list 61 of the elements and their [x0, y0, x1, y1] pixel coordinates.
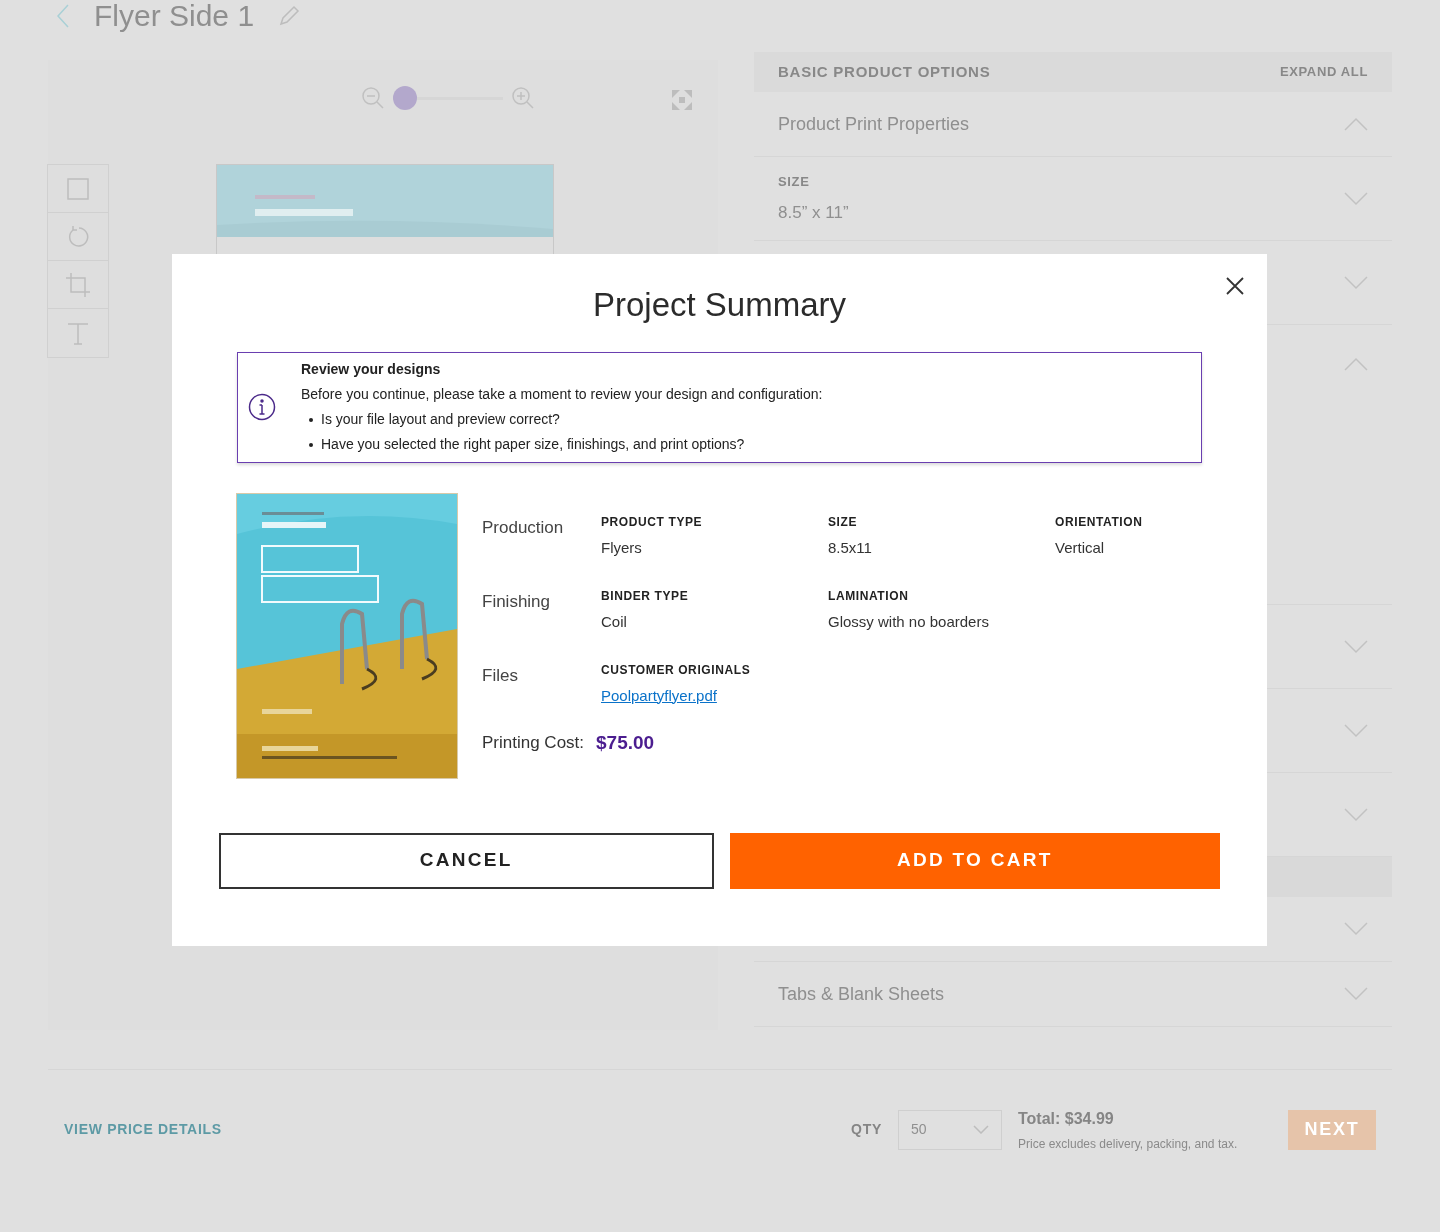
- crop-icon[interactable]: [65, 271, 91, 298]
- close-icon[interactable]: [1225, 276, 1245, 296]
- chevron-up-icon: [1344, 117, 1368, 131]
- text-tool-icon[interactable]: [65, 320, 91, 346]
- options-title: BASIC PRODUCT OPTIONS: [778, 61, 991, 82]
- qty-label: QTY: [851, 1120, 882, 1139]
- chevron-down-icon: [1344, 807, 1368, 822]
- zoom-in-icon[interactable]: [511, 86, 535, 110]
- qty-select[interactable]: 50: [898, 1109, 1002, 1150]
- chevron-down-icon: [1344, 639, 1368, 654]
- chevron-down-icon: [1344, 987, 1368, 1001]
- spec-value: 8.5x11: [828, 537, 873, 558]
- zoom-slider[interactable]: [393, 86, 503, 110]
- spec-label: SIZE: [828, 513, 859, 531]
- pencil-icon[interactable]: [278, 5, 301, 27]
- notice-bullet: Is your file layout and preview correct?: [321, 410, 560, 429]
- info-icon: [248, 393, 276, 421]
- total-price: Total: $34.99: [1018, 1108, 1115, 1129]
- dialog-title: Project Summary: [592, 285, 847, 325]
- price-note: Price excludes delivery, packing, and tax.: [1018, 1135, 1239, 1153]
- spec-label: LAMINATION: [828, 587, 910, 605]
- file-link[interactable]: Poolpartyflyer.pdf: [601, 684, 828, 707]
- cost-value: $75.00: [596, 730, 655, 755]
- chevron-down-icon: [1344, 275, 1368, 290]
- select-frame-icon[interactable]: [65, 175, 91, 202]
- spec-value: Vertical: [1055, 537, 1106, 558]
- bullet-icon: [309, 442, 313, 447]
- expand-all-link[interactable]: EXPAND ALL: [1279, 62, 1368, 82]
- field-label: SIZE: [778, 173, 811, 191]
- add-to-cart-button[interactable]: ADD TO CART: [729, 832, 1220, 889]
- back-chevron-icon[interactable]: [56, 4, 70, 28]
- chevron-up-icon: [1344, 357, 1368, 371]
- spec-label: PRODUCT TYPE: [601, 513, 704, 531]
- cost-label: Printing Cost:: [482, 732, 585, 754]
- group-label: Files: [482, 664, 519, 687]
- field-value: 8.5” x 11”: [778, 201, 849, 224]
- spec-value: Coil: [601, 611, 628, 632]
- group-label: Finishing: [482, 590, 552, 613]
- section-title[interactable]: Tabs & Blank Sheets: [778, 980, 945, 1008]
- bullet-icon: [309, 417, 313, 422]
- cancel-button[interactable]: CANCEL: [219, 832, 714, 889]
- spec-label: CUSTOMER ORIGINALS: [601, 661, 752, 679]
- view-price-details-link[interactable]: VIEW PRICE DETAILS: [64, 1119, 222, 1140]
- page-title: Flyer Side 1: [94, 1, 255, 31]
- fullscreen-icon[interactable]: [672, 90, 692, 110]
- notice-title: Review your designs: [301, 360, 442, 379]
- chevron-down-icon: [1344, 191, 1368, 206]
- zoom-out-icon[interactable]: [361, 86, 385, 110]
- chevron-down-icon: [1344, 922, 1368, 936]
- notice-bullet: Have you selected the right paper size, finishings, and print options?: [321, 435, 745, 454]
- next-button[interactable]: NEXT: [1288, 1109, 1376, 1150]
- spec-value: Flyers: [601, 537, 643, 558]
- spec-label: ORIENTATION: [1055, 513, 1144, 531]
- spec-value: Glossy with no boarders: [828, 611, 990, 632]
- spec-label: BINDER TYPE: [601, 587, 690, 605]
- chevron-down-icon: [973, 1125, 989, 1134]
- notice-text: Before you continue, please take a moment to review your design and configuration:: [301, 385, 823, 404]
- section-title[interactable]: Product Print Properties: [778, 110, 970, 138]
- chevron-down-icon: [1344, 723, 1368, 738]
- group-label: Production: [482, 516, 565, 539]
- slider-thumb[interactable]: [393, 86, 417, 110]
